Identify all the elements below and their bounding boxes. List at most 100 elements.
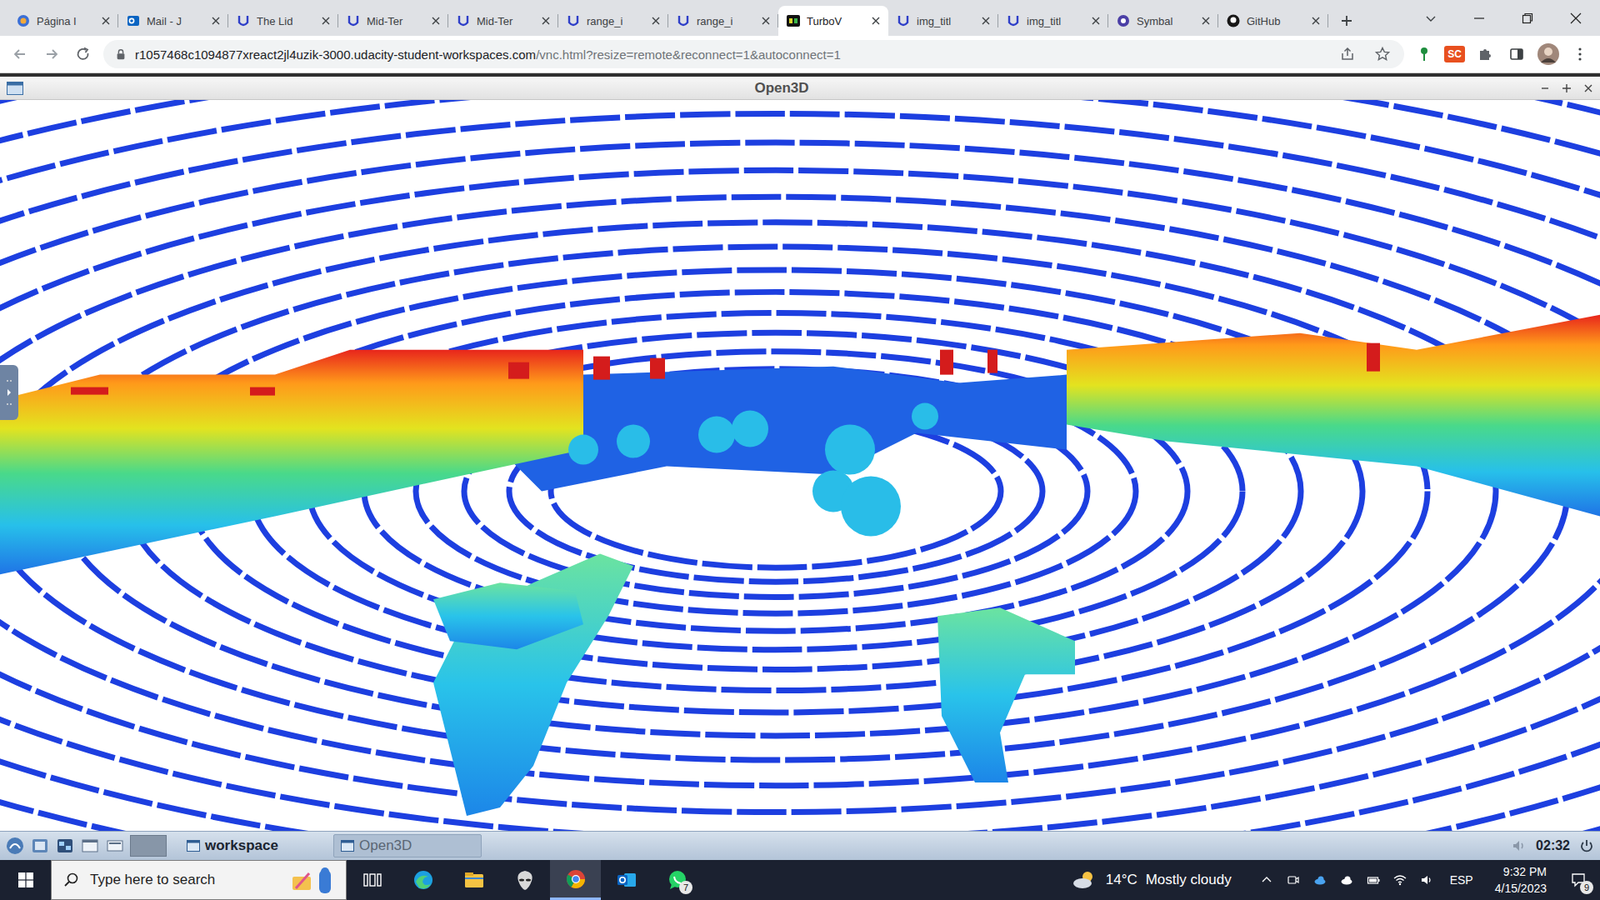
browser-tab[interactable]: The Lid (228, 5, 339, 36)
search-box[interactable]: Type here to search (50, 860, 347, 900)
address-bar[interactable]: r1057468c1094877xreact2jl4uzik-3000.udac… (103, 40, 1405, 69)
forward-icon[interactable] (40, 42, 64, 66)
terminal-icon[interactable] (55, 835, 75, 856)
browser-tab[interactable]: range_i (558, 5, 669, 36)
minimize-icon[interactable] (1540, 83, 1550, 94)
lock-icon[interactable] (115, 48, 127, 60)
edge-icon (411, 868, 435, 892)
battery-icon[interactable] (1363, 873, 1384, 887)
app-badge: 7 (679, 880, 693, 895)
browser-tab[interactable]: img_titl (998, 5, 1109, 36)
chevron-up-icon[interactable] (1256, 873, 1277, 887)
chevron-down-icon[interactable] (1406, 11, 1455, 25)
tab-label: Página I (36, 15, 95, 28)
browser-tab[interactable]: range_i (668, 5, 779, 36)
tab-label: Symbal (1136, 15, 1195, 28)
taskbar-app[interactable] (397, 860, 449, 900)
start-menu-icon[interactable] (5, 835, 25, 856)
weather-temp: 14°C (1105, 871, 1138, 889)
onedrive-icon[interactable] (1310, 873, 1330, 887)
browser-tab[interactable]: Mid-Ter (338, 5, 449, 36)
weather-widget[interactable]: 14°C Mostly cloudy (1070, 870, 1232, 890)
side-panel-icon[interactable] (1505, 42, 1529, 66)
close-icon[interactable] (541, 16, 550, 25)
window-title: Open3D (23, 80, 1540, 97)
desktop-icon[interactable] (105, 835, 125, 856)
menu-icon[interactable] (1568, 42, 1592, 66)
back-icon[interactable] (8, 42, 32, 66)
power-icon[interactable] (1578, 837, 1595, 855)
taskbar-app[interactable] (448, 860, 500, 900)
window-titlebar[interactable]: Open3D (0, 76, 1600, 100)
wifi-icon[interactable] (1390, 873, 1410, 887)
puzzle-icon[interactable] (1473, 42, 1497, 66)
cloud-icon[interactable] (1336, 873, 1357, 887)
browser-tab[interactable]: Symbal (1108, 5, 1219, 36)
reload-icon[interactable] (71, 42, 95, 66)
window-icon[interactable] (80, 835, 100, 856)
workspace-pager[interactable] (130, 835, 167, 857)
tab-label: The Lid (256, 15, 315, 28)
restore-icon[interactable] (1503, 11, 1552, 25)
browser-tab[interactable]: Mid-Ter (448, 5, 559, 36)
tab-strip: Página I Mail - J The Lid Mid-Ter Mid-Te… (0, 0, 1600, 36)
notification-count: 9 (1580, 880, 1594, 895)
plus-icon[interactable] (1340, 14, 1354, 28)
share-icon[interactable] (1334, 42, 1361, 66)
taskbar-app[interactable] (550, 860, 601, 900)
browser-tab[interactable]: img_titl (888, 5, 999, 36)
system-clock[interactable]: 9:32 PM 4/15/2023 (1495, 863, 1547, 897)
windows-logo-icon (17, 871, 35, 889)
extension-button[interactable]: SC (1444, 45, 1465, 63)
close-icon[interactable] (101, 16, 110, 25)
close-icon[interactable] (431, 16, 440, 25)
input-language[interactable]: ESP (1450, 873, 1474, 887)
udacity-icon (456, 14, 470, 28)
close-icon[interactable] (211, 16, 220, 25)
close-icon[interactable] (1091, 16, 1100, 25)
tab-label: img_titl (1026, 15, 1085, 28)
browser-tab[interactable]: GitHub (1218, 5, 1329, 36)
browser-tab[interactable]: Página I (8, 5, 119, 36)
speaker-icon[interactable] (1416, 873, 1437, 887)
minimize-icon[interactable] (1455, 11, 1504, 25)
point-cloud (0, 100, 1600, 831)
close-icon[interactable] (981, 16, 990, 25)
close-icon[interactable] (761, 16, 770, 25)
browser-tab[interactable]: TurboV (778, 5, 889, 36)
close-icon[interactable] (1311, 16, 1320, 25)
notification-button[interactable]: 9 (1561, 863, 1595, 897)
udacity-icon (896, 14, 910, 28)
close-icon[interactable] (871, 16, 880, 25)
cloud-sun-icon (1070, 870, 1098, 890)
remote-task-button[interactable]: workspace (180, 834, 329, 858)
close-icon[interactable] (1551, 11, 1600, 25)
tab-label: img_titl (916, 15, 975, 28)
udacity-icon (346, 14, 360, 28)
novnc-control-handle[interactable] (0, 365, 19, 420)
remote-task-button[interactable]: Open3D (333, 834, 482, 858)
udacity-icon (236, 14, 250, 28)
start-button[interactable] (0, 860, 51, 900)
render-canvas[interactable] (0, 100, 1600, 831)
taskbar-app[interactable] (499, 860, 550, 900)
window-controls (1540, 83, 1594, 94)
star-icon[interactable] (1369, 42, 1396, 66)
close-icon[interactable] (1583, 83, 1594, 94)
taskbar-app[interactable]: 7 (651, 860, 703, 900)
udacity-icon (1006, 14, 1020, 28)
buildings (0, 315, 1600, 575)
file-manager-icon[interactable] (30, 835, 50, 856)
taskbar-app[interactable] (600, 860, 652, 900)
browser-tab[interactable]: Mail - J (118, 5, 229, 36)
close-icon[interactable] (1201, 16, 1210, 25)
close-icon[interactable] (651, 16, 660, 25)
taskbar-app[interactable] (346, 860, 398, 900)
profile-avatar-icon[interactable] (1536, 42, 1560, 66)
maximize-icon[interactable] (1561, 83, 1572, 94)
volume-icon[interactable] (1510, 837, 1528, 855)
meet-icon[interactable] (1283, 873, 1304, 887)
close-icon[interactable] (321, 16, 330, 25)
window-menu-icon[interactable] (6, 81, 24, 95)
pin-icon[interactable] (1412, 42, 1436, 66)
